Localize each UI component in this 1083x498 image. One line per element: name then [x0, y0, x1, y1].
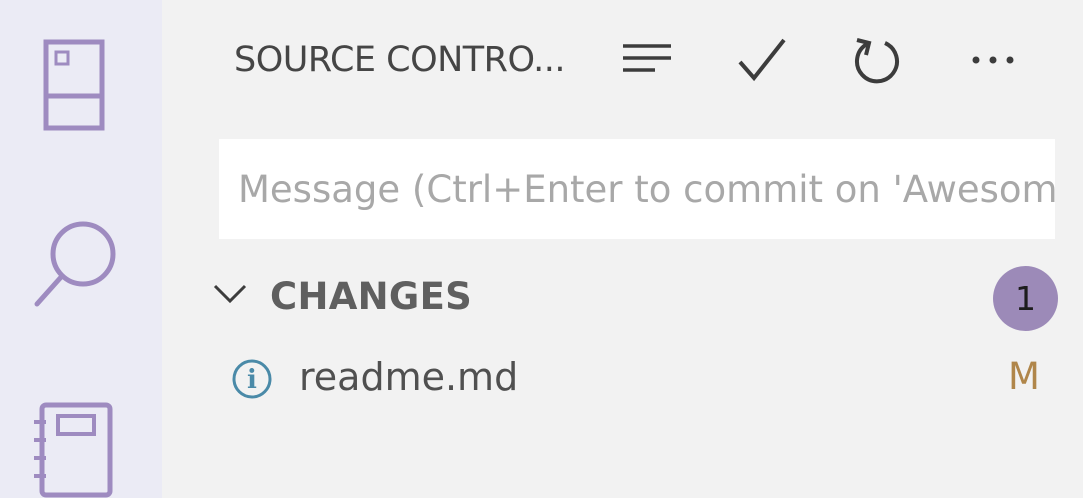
- more-actions-button[interactable]: [963, 30, 1023, 90]
- info-icon: i: [232, 359, 272, 399]
- view-as-list-button[interactable]: [617, 30, 677, 90]
- search-icon[interactable]: [33, 218, 123, 310]
- list-item[interactable]: i readme.md M: [202, 345, 1062, 415]
- notebook-icon[interactable]: [30, 400, 120, 498]
- changes-label: CHANGES: [270, 275, 473, 318]
- refresh-button[interactable]: [847, 30, 907, 90]
- activity-bar: [0, 0, 162, 498]
- source-control-window: SOURCE CONTRO... Message (Ctrl+Enter to …: [0, 0, 1083, 498]
- changes-count-badge: 1: [993, 266, 1058, 331]
- source-control-panel: SOURCE CONTRO... Message (Ctrl+Enter to …: [162, 0, 1083, 498]
- ellipsis-icon: [972, 56, 1014, 64]
- refresh-icon: [855, 38, 899, 84]
- commit-button[interactable]: [732, 30, 792, 90]
- commit-message-input[interactable]: [219, 139, 1055, 239]
- svg-text:i: i: [247, 365, 257, 395]
- file-status-badge: M: [1008, 355, 1040, 398]
- panel-title: SOURCE CONTRO...: [234, 40, 566, 80]
- changes-section-header[interactable]: CHANGES 1: [202, 262, 1062, 336]
- list-icon: [623, 44, 671, 72]
- explorer-icon[interactable]: [40, 36, 110, 136]
- chevron-down-icon: [213, 284, 247, 304]
- file-name: readme.md: [299, 355, 519, 399]
- checkmark-icon: [738, 38, 786, 82]
